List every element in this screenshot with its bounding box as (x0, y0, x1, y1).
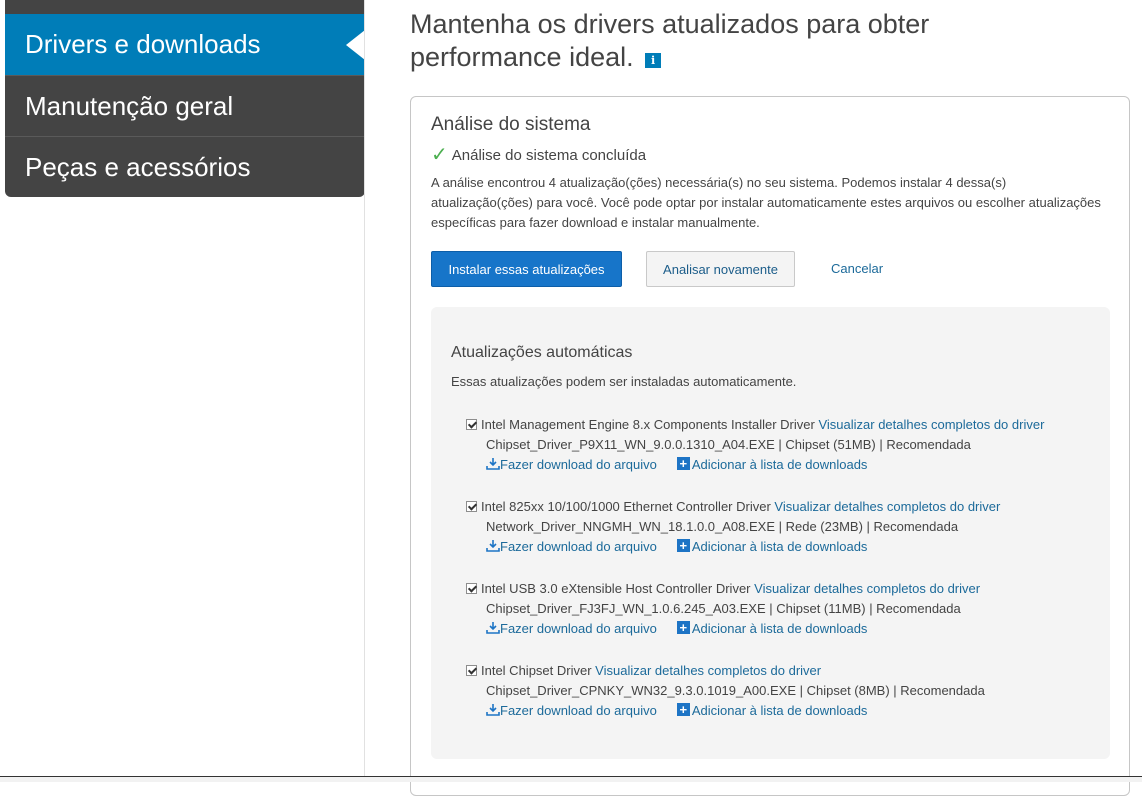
driver-item: Intel 825xx 10/100/1000 Ethernet Control… (466, 497, 1086, 557)
driver-actions: Fazer download do arquivo + Adicionar à li… (466, 455, 1086, 475)
download-file-link[interactable]: Fazer download do arquivo (500, 539, 657, 554)
driver-details-link[interactable]: Visualizar detalhes completos do driver (754, 581, 980, 596)
driver-item: Intel Chipset Driver Visualizar detalhes… (466, 661, 1086, 721)
sidebar-item-parts[interactable]: Peças e acessórios (5, 136, 365, 197)
driver-checkbox[interactable] (466, 419, 477, 430)
content-divider (364, 0, 365, 782)
driver-name: Intel 825xx 10/100/1000 Ethernet Control… (481, 499, 771, 514)
sidebar-item-drivers[interactable]: Drivers e downloads (5, 14, 365, 75)
download-file-link[interactable]: Fazer download do arquivo (500, 621, 657, 636)
download-icon[interactable] (486, 457, 500, 470)
plus-box-icon[interactable]: + (676, 539, 690, 552)
check-icon: ✓ (431, 144, 448, 166)
driver-file-info: Chipset_Driver_FJ3FJ_WN_1.0.6.245_A03.EX… (486, 601, 961, 616)
analysis-status: ✓ Análise do sistema concluída (431, 142, 646, 167)
page-title-text: Mantenha os drivers atualizados para obt… (410, 9, 930, 72)
automatic-updates-title: Atualizações automáticas (451, 344, 633, 361)
driver-file-info: Chipset_Driver_CPNKY_WN32_9.3.0.1019_A00… (486, 683, 985, 698)
driver-details-link[interactable]: Visualizar detalhes completos do driver (774, 499, 1000, 514)
driver-item: Intel Management Engine 8.x Components I… (466, 415, 1086, 475)
driver-checkbox[interactable] (466, 583, 477, 594)
rescan-button[interactable]: Analisar novamente (646, 251, 795, 287)
add-to-download-list-link[interactable]: Adicionar à lista de downloads (692, 703, 868, 718)
sidebar-nav: Drivers e downloads Manutenção geral Peç… (5, 0, 365, 197)
sidebar-item-maintenance[interactable]: Manutenção geral (5, 75, 365, 136)
bottom-edge (0, 776, 1142, 782)
driver-details-link[interactable]: Visualizar detalhes completos do driver (818, 417, 1044, 432)
driver-name: Intel Chipset Driver (481, 663, 592, 678)
driver-list: Intel Management Engine 8.x Components I… (466, 415, 1086, 743)
driver-actions: Fazer download do arquivo + Adicionar à li… (466, 537, 1086, 557)
driver-header: Intel USB 3.0 eXtensible Host Controller… (466, 579, 1086, 599)
plus-box-icon[interactable]: + (676, 703, 690, 716)
sidebar-item-above[interactable] (5, 0, 365, 14)
cancel-link[interactable]: Cancelar (831, 261, 883, 276)
active-notch-indicator (346, 29, 365, 60)
download-icon[interactable] (486, 703, 500, 716)
driver-header: Intel Management Engine 8.x Components I… (466, 415, 1086, 435)
download-file-link[interactable]: Fazer download do arquivo (500, 457, 657, 472)
analysis-description: A análise encontrou 4 atualização(ções) … (431, 175, 1101, 230)
system-analysis-card: Análise do sistema ✓ Análise do sistema c… (410, 96, 1130, 796)
driver-header: Intel 825xx 10/100/1000 Ethernet Control… (466, 497, 1086, 517)
driver-name: Intel USB 3.0 eXtensible Host Controller… (481, 581, 751, 596)
add-to-download-list-link[interactable]: Adicionar à lista de downloads (692, 539, 868, 554)
plus-box-icon[interactable]: + (676, 457, 690, 470)
download-icon[interactable] (486, 539, 500, 552)
driver-details-link[interactable]: Visualizar detalhes completos do driver (595, 663, 821, 678)
driver-file-info: Chipset_Driver_P9X11_WN_9.0.0.1310_A04.E… (486, 437, 971, 452)
driver-header: Intel Chipset Driver Visualizar detalhes… (466, 661, 1086, 681)
add-to-download-list-link[interactable]: Adicionar à lista de downloads (692, 457, 868, 472)
install-updates-button[interactable]: Instalar essas atualizações (431, 251, 622, 287)
sidebar-item-label: Drivers e downloads (25, 29, 261, 59)
driver-file-info: Network_Driver_NNGMH_WN_18.1.0.0_A08.EXE… (486, 519, 959, 534)
automatic-updates-panel: Atualizações automáticas Essas atualizaç… (431, 307, 1110, 759)
page-title: Mantenha os drivers atualizados para obt… (410, 8, 1070, 74)
driver-checkbox[interactable] (466, 665, 477, 676)
download-icon[interactable] (486, 621, 500, 634)
info-icon[interactable]: i (645, 53, 662, 68)
driver-item: Intel USB 3.0 eXtensible Host Controller… (466, 579, 1086, 639)
download-file-link[interactable]: Fazer download do arquivo (500, 703, 657, 718)
driver-actions: Fazer download do arquivo + Adicionar à li… (466, 701, 1086, 721)
driver-name: Intel Management Engine 8.x Components I… (481, 417, 815, 432)
sidebar-item-label: Peças e acessórios (25, 152, 251, 182)
driver-checkbox[interactable] (466, 501, 477, 512)
automatic-updates-subtitle: Essas atualizações podem ser instaladas … (451, 374, 797, 389)
add-to-download-list-link[interactable]: Adicionar à lista de downloads (692, 621, 868, 636)
driver-actions: Fazer download do arquivo + Adicionar à li… (466, 619, 1086, 639)
sidebar-item-label: Manutenção geral (25, 91, 234, 121)
analysis-title: Análise do sistema (431, 114, 591, 135)
plus-box-icon[interactable]: + (676, 621, 690, 634)
analysis-status-text: Análise do sistema concluída (451, 147, 647, 164)
